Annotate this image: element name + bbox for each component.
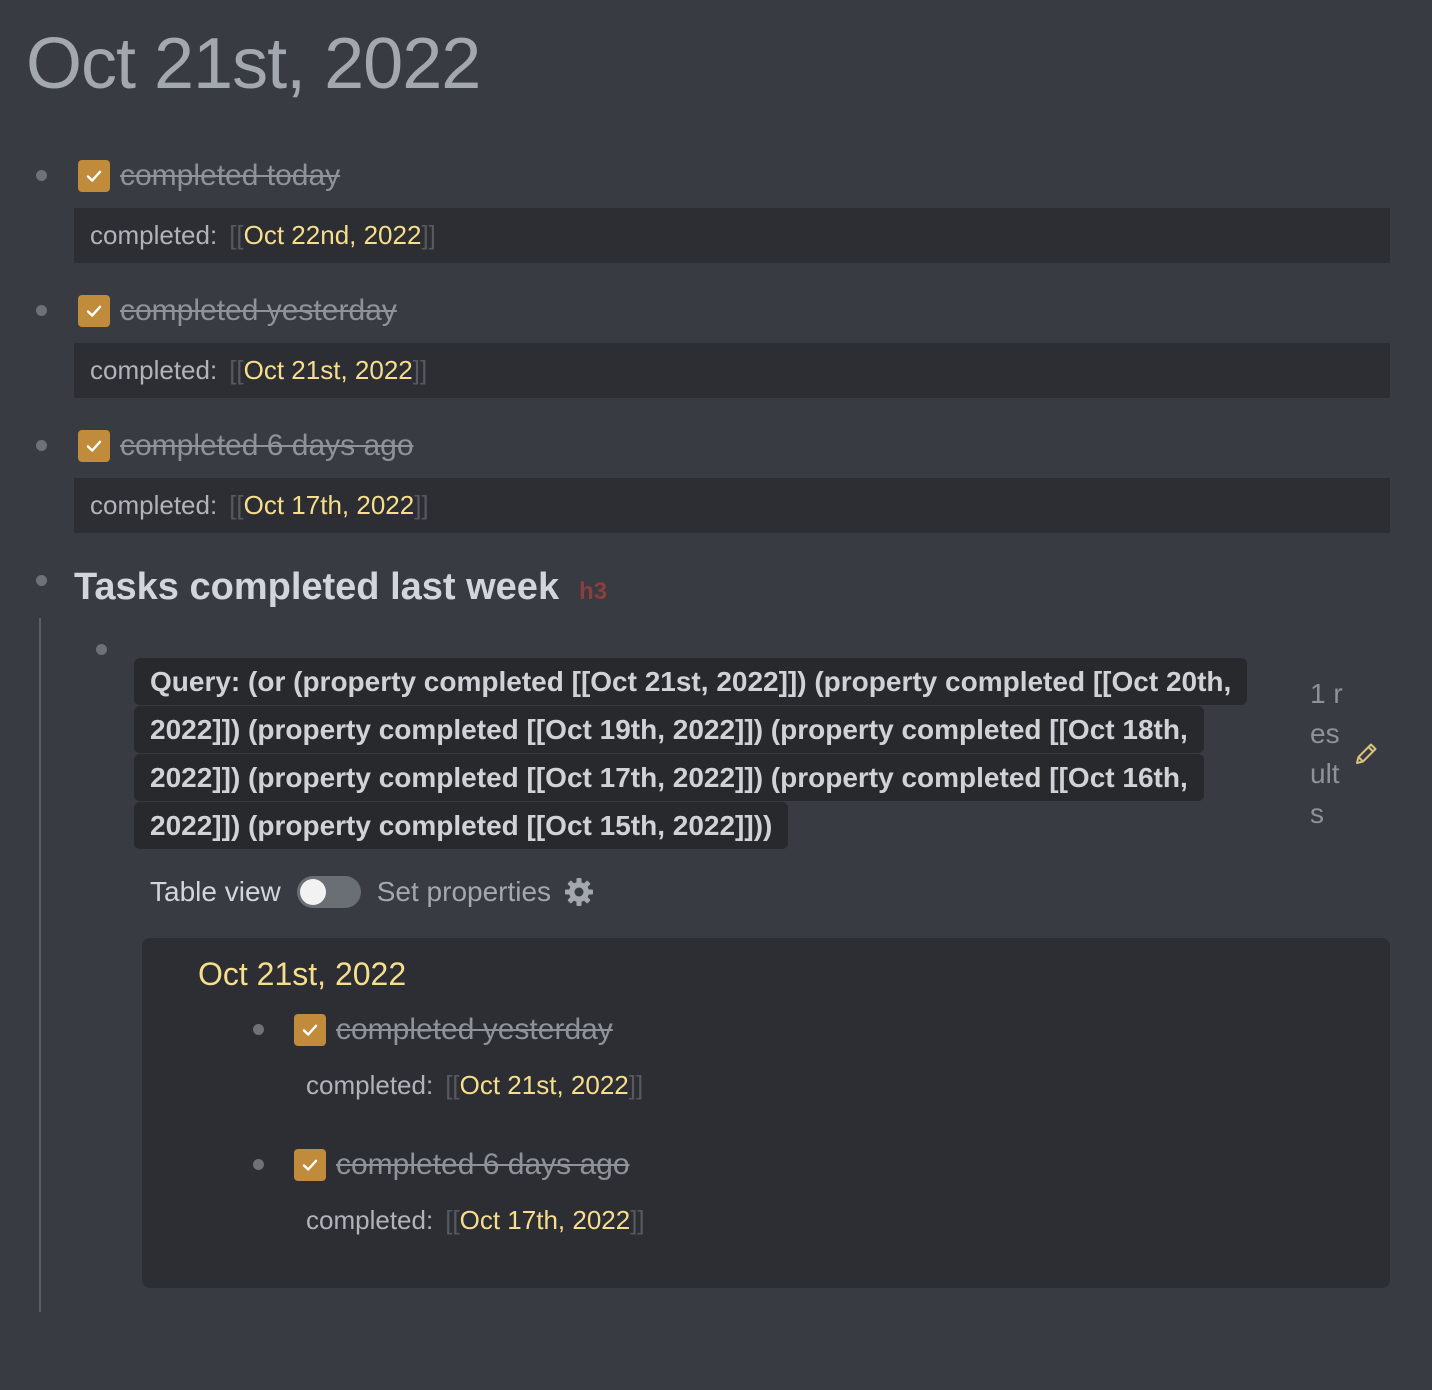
results-count: 1 results [1310, 678, 1343, 829]
link-bracket-close: ]] [412, 355, 428, 385]
date-link[interactable]: Oct 17th, 2022 [244, 490, 415, 521]
link-bracket-close: ]] [414, 490, 429, 520]
check-icon [302, 1159, 318, 1171]
task-checkbox[interactable] [78, 160, 110, 192]
property-key: completed: [306, 1070, 434, 1100]
task-label[interactable]: completed 6 days ago [120, 429, 414, 463]
task-item: completed today [78, 156, 340, 196]
bullet[interactable] [36, 575, 47, 586]
query-toolbar: Table view Set properties [150, 870, 595, 914]
bullet[interactable] [96, 644, 107, 655]
query-results: Oct 21st, 2022 completed yesterday compl… [142, 938, 1390, 1288]
task-checkbox[interactable] [294, 1014, 326, 1046]
bullet[interactable] [253, 1159, 264, 1170]
bullet[interactable] [253, 1024, 264, 1035]
property-block[interactable]: completed: [[ Oct 21st, 2022 ]] [74, 343, 1390, 398]
task-label[interactable]: completed today [120, 159, 340, 193]
result-task-item: completed 6 days ago [294, 1145, 630, 1185]
check-icon [86, 440, 102, 452]
task-label[interactable]: completed yesterday [120, 294, 397, 328]
link-bracket-open: [[ [445, 1205, 460, 1235]
page-title[interactable]: Oct 21st, 2022 [26, 22, 481, 106]
link-bracket-close: ]] [628, 1070, 644, 1100]
property-block[interactable]: completed: [[ Oct 22nd, 2022 ]] [74, 208, 1390, 263]
date-link[interactable]: Oct 21st, 2022 [244, 355, 413, 386]
result-task-item: completed yesterday [294, 1010, 613, 1050]
check-icon [86, 170, 102, 182]
task-checkbox[interactable] [78, 295, 110, 327]
task-label[interactable]: completed 6 days ago [336, 1148, 630, 1182]
bullet[interactable] [36, 170, 47, 181]
property-block[interactable]: completed: [[ Oct 17th, 2022 ]] [74, 478, 1390, 533]
gear-icon[interactable] [563, 876, 595, 908]
property-key: completed: [306, 1205, 434, 1235]
task-label[interactable]: completed yesterday [336, 1013, 613, 1047]
task-checkbox[interactable] [78, 430, 110, 462]
link-bracket-close: ]] [630, 1205, 645, 1235]
property-key: completed: [90, 220, 218, 250]
date-link[interactable]: Oct 21st, 2022 [460, 1070, 629, 1100]
date-link[interactable]: Oct 17th, 2022 [460, 1205, 631, 1235]
table-view-label: Table view [150, 876, 281, 907]
query-title[interactable]: Query: (or (property completed [[Oct 21s… [134, 658, 1248, 849]
bullet[interactable] [36, 440, 47, 451]
task-item: completed yesterday [78, 291, 397, 331]
task-checkbox[interactable] [294, 1149, 326, 1181]
property-line[interactable]: completed: [[Oct 21st, 2022]] [306, 1070, 643, 1101]
result-group-title[interactable]: Oct 21st, 2022 [198, 956, 406, 993]
table-view-toggle[interactable] [296, 876, 361, 908]
heading-level-badge: h3 [579, 578, 608, 605]
toggle-knob [299, 879, 326, 905]
property-key: completed: [90, 490, 218, 520]
link-bracket-close: ]] [421, 220, 436, 250]
link-bracket-open: [[ [229, 490, 244, 520]
link-bracket-open: [[ [229, 355, 244, 385]
block-guide-line[interactable] [39, 618, 41, 1312]
property-key: completed: [90, 355, 218, 385]
check-icon [302, 1024, 318, 1036]
link-bracket-open: [[ [229, 220, 244, 250]
task-item: completed 6 days ago [78, 426, 414, 466]
heading-text[interactable]: Tasks completed last week [74, 566, 559, 609]
query-block[interactable]: Query: (or (property completed [[Oct 21s… [134, 658, 1274, 850]
date-link[interactable]: Oct 22nd, 2022 [244, 220, 422, 251]
set-properties-button[interactable]: Set properties [377, 876, 551, 908]
pencil-icon[interactable] [1352, 740, 1380, 768]
check-icon [86, 305, 102, 317]
bullet[interactable] [36, 305, 47, 316]
property-line[interactable]: completed: [[Oct 17th, 2022]] [306, 1205, 645, 1236]
link-bracket-open: [[ [445, 1070, 460, 1100]
section-heading[interactable]: Tasks completed last week h3 [74, 566, 607, 609]
